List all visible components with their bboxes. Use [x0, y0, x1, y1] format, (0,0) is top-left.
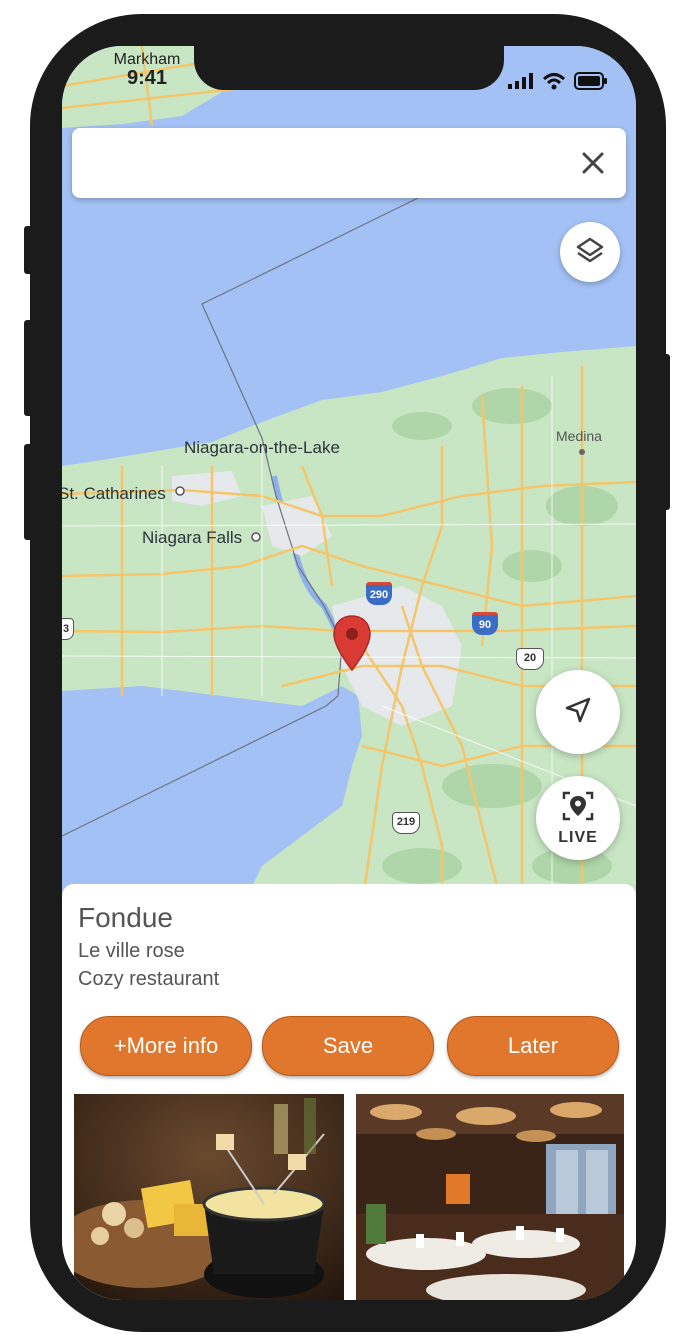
navigation-arrow-icon [563, 695, 593, 730]
phone-screen: Niagara-on-the-Lake St. Catharines Niaga… [62, 46, 636, 1300]
place-title: Fondue [78, 902, 173, 933]
search-input[interactable] [88, 128, 562, 200]
status-bar-time: Markham 9:41 [102, 51, 192, 89]
battery-icon [574, 72, 608, 95]
my-location-button[interactable] [536, 670, 620, 754]
live-label: LIVE [558, 828, 598, 846]
map-label-medina: Medina [556, 428, 602, 444]
phone-action-button [24, 226, 34, 274]
route-shield-3: 3 [62, 618, 74, 640]
phone-notch [194, 46, 504, 90]
search-bar [72, 128, 626, 200]
status-icons [508, 72, 608, 95]
cellular-signal-icon [508, 73, 534, 94]
phone-volume-up-button [24, 320, 34, 416]
location-pin-icon[interactable] [332, 614, 372, 672]
phone-power-button [660, 354, 670, 510]
map-label-st-catharines: St. Catharines [62, 484, 166, 503]
fondue-photo[interactable] [74, 1094, 344, 1300]
highway-shield-us219: 219 [392, 812, 420, 834]
highway-shield-i290: 290 [366, 582, 392, 605]
place-description: Cozy restaurant [78, 968, 220, 990]
wifi-icon [542, 72, 566, 95]
map-label-niagara-falls: Niagara Falls [142, 528, 243, 547]
later-button[interactable]: Later [447, 1016, 619, 1076]
save-button[interactable]: Save [262, 1016, 434, 1076]
highway-shield-i90: 90 [472, 612, 498, 635]
status-time: 9:41 [126, 67, 168, 89]
layers-button[interactable] [560, 222, 620, 282]
map-label-niagara-on-the-lake: Niagara-on-the-Lake [184, 438, 340, 457]
more-info-button[interactable]: +More info [80, 1016, 252, 1076]
phone-volume-down-button [24, 444, 34, 540]
highway-shield-us20: 20 [516, 648, 544, 670]
layers-icon [575, 235, 605, 270]
place-subtitle: Le ville rose [78, 940, 185, 962]
close-icon[interactable] [578, 148, 608, 178]
status-location-label: Markham [113, 51, 181, 68]
live-view-button[interactable]: LIVE [536, 776, 620, 860]
place-card: Fondue Le ville rose Cozy restaurant +Mo… [62, 884, 636, 1300]
live-view-pin-icon [561, 790, 595, 827]
restaurant-interior-photo[interactable] [356, 1094, 624, 1300]
